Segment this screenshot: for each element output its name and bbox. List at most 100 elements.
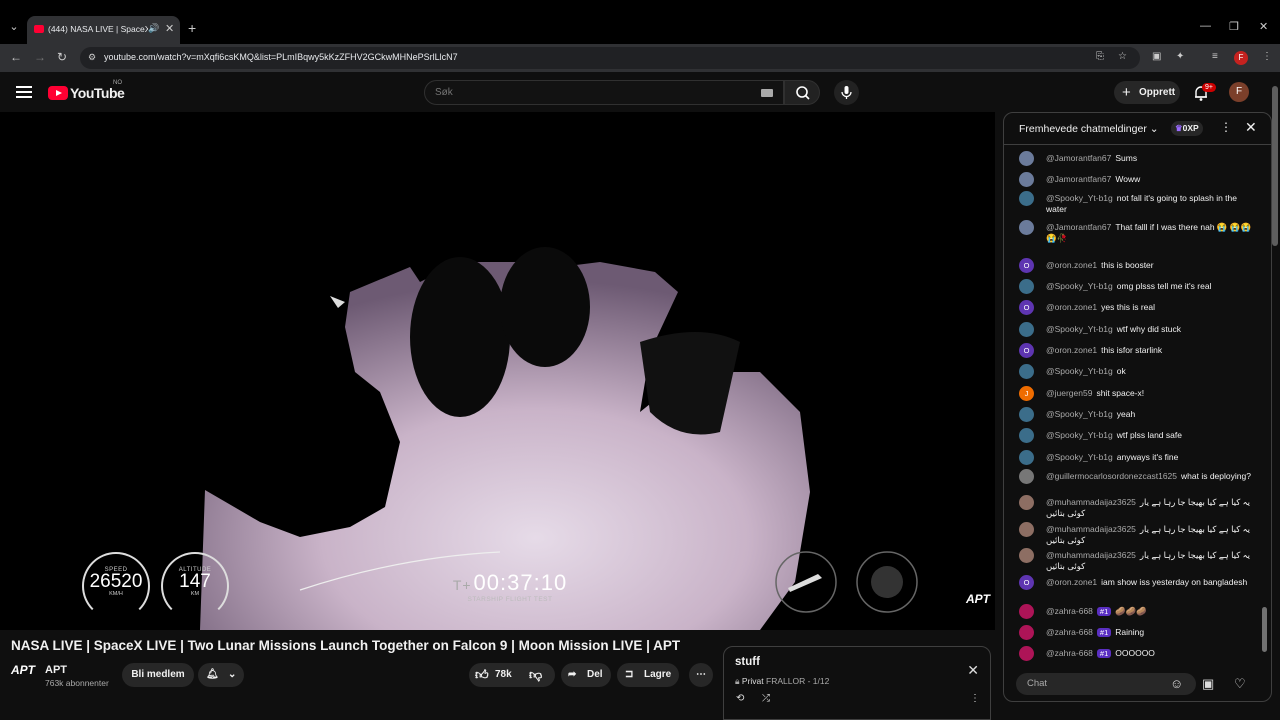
- minimize-icon[interactable]: —: [1200, 20, 1211, 32]
- url-text[interactable]: youtube.com/watch?v=mXqfi6csKMQ&list=PLm…: [104, 52, 458, 62]
- chat-author-name[interactable]: @Jamorantfan67: [1046, 153, 1111, 163]
- chat-author-avatar[interactable]: [1019, 191, 1034, 206]
- playlist-name[interactable]: stuff: [735, 656, 760, 668]
- video-player[interactable]: SPEED 26520 KM/H ALTITUDE 147 KM T+00:37…: [0, 112, 995, 630]
- close-chat-icon[interactable]: ✕: [1245, 119, 1257, 136]
- chat-scrollbar-thumb[interactable]: [1262, 607, 1267, 652]
- emoji-icon[interactable]: ☺: [1170, 676, 1183, 691]
- chat-author-name[interactable]: @muhammadaijaz3625: [1046, 524, 1136, 534]
- chat-author-name[interactable]: @oron.zone1: [1046, 302, 1097, 312]
- chat-author-avatar[interactable]: [1019, 322, 1034, 337]
- chat-author-avatar[interactable]: [1019, 151, 1034, 166]
- chat-author-avatar[interactable]: [1019, 522, 1034, 537]
- chat-author-avatar[interactable]: O: [1019, 300, 1034, 315]
- speaker-icon[interactable]: 🔊: [148, 23, 159, 34]
- chat-author-avatar[interactable]: [1019, 604, 1034, 619]
- super-chat-icon[interactable]: ▣: [1202, 676, 1214, 692]
- chat-author-name[interactable]: @guillermocarlosordonezcast1625: [1046, 471, 1177, 481]
- chat-author-name[interactable]: @Spooky_Yt-b1g: [1046, 366, 1113, 376]
- chat-scrollbar[interactable]: [1262, 150, 1267, 655]
- playlist-menu-icon[interactable]: ⋮: [970, 693, 980, 704]
- dislike-icon[interactable]: 👎︎: [529, 663, 542, 687]
- channel-avatar[interactable]: APT: [11, 663, 39, 685]
- chat-author-name[interactable]: @Spooky_Yt-b1g: [1046, 409, 1113, 419]
- like-count[interactable]: 78k: [495, 663, 512, 687]
- join-button[interactable]: Bli medlem: [122, 663, 194, 687]
- chat-author-name[interactable]: @Jamorantfan67: [1046, 174, 1111, 184]
- chrome-menu-icon[interactable]: ⋮: [1262, 51, 1272, 62]
- chat-author-avatar[interactable]: [1019, 625, 1034, 640]
- chat-author-avatar[interactable]: [1019, 407, 1034, 422]
- account-avatar[interactable]: F: [1229, 82, 1249, 102]
- playlist-owner[interactable]: FRALLOR: [766, 676, 805, 686]
- bookmark-star-icon[interactable]: ☆: [1118, 51, 1127, 62]
- chat-author-name[interactable]: @zahra-668: [1046, 606, 1093, 616]
- chat-author-avatar[interactable]: [1019, 364, 1034, 379]
- media-icon[interactable]: ≡: [1212, 51, 1218, 62]
- chat-author-avatar[interactable]: [1019, 450, 1034, 465]
- channel-name[interactable]: APT: [45, 664, 67, 676]
- page-scrollbar[interactable]: [1272, 86, 1278, 246]
- youtube-logo[interactable]: YouTube NO: [48, 80, 125, 102]
- chat-author-avatar[interactable]: [1019, 646, 1034, 661]
- browser-tab[interactable]: (444) NASA LIVE | SpaceX LI 🔊 ✕: [27, 16, 180, 44]
- chat-author-avatar[interactable]: [1019, 279, 1034, 294]
- chat-author-name[interactable]: @oron.zone1: [1046, 345, 1097, 355]
- chat-mode-selector[interactable]: Fremhevede chatmeldinger ⌄: [1019, 123, 1159, 135]
- chat-menu-icon[interactable]: ⋮: [1220, 120, 1232, 134]
- subscription-notifications-button[interactable]: 🔔︎ ⌄: [198, 663, 244, 687]
- chat-author-name[interactable]: @Spooky_Yt-b1g: [1046, 324, 1113, 334]
- chat-author-avatar[interactable]: [1019, 172, 1034, 187]
- tab-search-icon[interactable]: ⌄: [6, 20, 22, 38]
- search-box[interactable]: [424, 80, 784, 105]
- close-window-icon[interactable]: ✕: [1259, 20, 1268, 33]
- chat-author-name[interactable]: @zahra-668: [1046, 648, 1093, 658]
- chat-author-avatar[interactable]: O: [1019, 575, 1034, 590]
- channel-watermark[interactable]: APT: [966, 592, 990, 606]
- share-button[interactable]: ➦ Del: [561, 663, 611, 687]
- new-tab-icon[interactable]: +: [188, 20, 196, 36]
- chat-author-name[interactable]: @Spooky_Yt-b1g: [1046, 430, 1113, 440]
- chat-author-avatar[interactable]: [1019, 428, 1034, 443]
- chat-author-name[interactable]: @muhammadaijaz3625: [1046, 550, 1136, 560]
- browser-profile-avatar[interactable]: F: [1234, 51, 1248, 65]
- restore-icon[interactable]: ❐: [1229, 20, 1239, 33]
- chat-author-avatar[interactable]: [1019, 220, 1034, 235]
- chat-message-list[interactable]: @Jamorantfan67 Sums @Jamorantfan67 Woww @Spo…: [1004, 147, 1262, 667]
- loop-icon[interactable]: ⟲: [736, 693, 744, 704]
- chat-author-name[interactable]: @juergen59: [1046, 388, 1092, 398]
- close-tab-icon[interactable]: ✕: [165, 22, 174, 35]
- chat-author-name[interactable]: @Spooky_Yt-b1g: [1046, 281, 1113, 291]
- site-info-icon[interactable]: ⚙: [88, 52, 96, 63]
- chat-author-name[interactable]: @oron.zone1: [1046, 260, 1097, 270]
- chat-author-avatar[interactable]: [1019, 469, 1034, 484]
- more-actions-button[interactable]: ⋯: [689, 663, 713, 687]
- close-playlist-icon[interactable]: ✕: [967, 662, 979, 679]
- reload-icon[interactable]: ↻: [57, 50, 67, 64]
- keyboard-icon[interactable]: [761, 89, 773, 97]
- extension-icon[interactable]: ▣: [1152, 51, 1161, 62]
- search-button[interactable]: [784, 80, 820, 105]
- like-icon[interactable]: 👍︎: [475, 663, 489, 687]
- voice-search-button[interactable]: [834, 80, 859, 105]
- chat-author-name[interactable]: @zahra-668: [1046, 627, 1093, 637]
- chat-author-name[interactable]: @Spooky_Yt-b1g: [1046, 193, 1113, 203]
- chat-author-avatar[interactable]: [1019, 495, 1034, 510]
- address-bar[interactable]: ⚙ youtube.com/watch?v=mXqfi6csKMQ&list=P…: [80, 47, 1140, 69]
- forward-icon[interactable]: →: [34, 50, 46, 64]
- search-input[interactable]: [425, 81, 745, 104]
- install-icon[interactable]: ⎘: [1096, 51, 1104, 62]
- chat-author-avatar[interactable]: [1019, 548, 1034, 563]
- chat-author-avatar[interactable]: O: [1019, 258, 1034, 273]
- puzzle-icon[interactable]: ✦: [1176, 51, 1184, 62]
- chat-author-name[interactable]: @oron.zone1: [1046, 577, 1097, 587]
- chat-author-avatar[interactable]: O: [1019, 343, 1034, 358]
- chat-author-avatar[interactable]: J: [1019, 386, 1034, 401]
- save-button[interactable]: ⊐ Lagre: [617, 663, 679, 687]
- chat-input[interactable]: Chat: [1016, 673, 1196, 695]
- shuffle-icon[interactable]: ⤮: [762, 693, 770, 704]
- chat-author-name[interactable]: @Spooky_Yt-b1g: [1046, 452, 1113, 462]
- back-icon[interactable]: ←: [10, 50, 22, 64]
- chat-author-name[interactable]: @Jamorantfan67: [1046, 222, 1111, 232]
- xp-badge[interactable]: ♛0XP: [1171, 121, 1203, 136]
